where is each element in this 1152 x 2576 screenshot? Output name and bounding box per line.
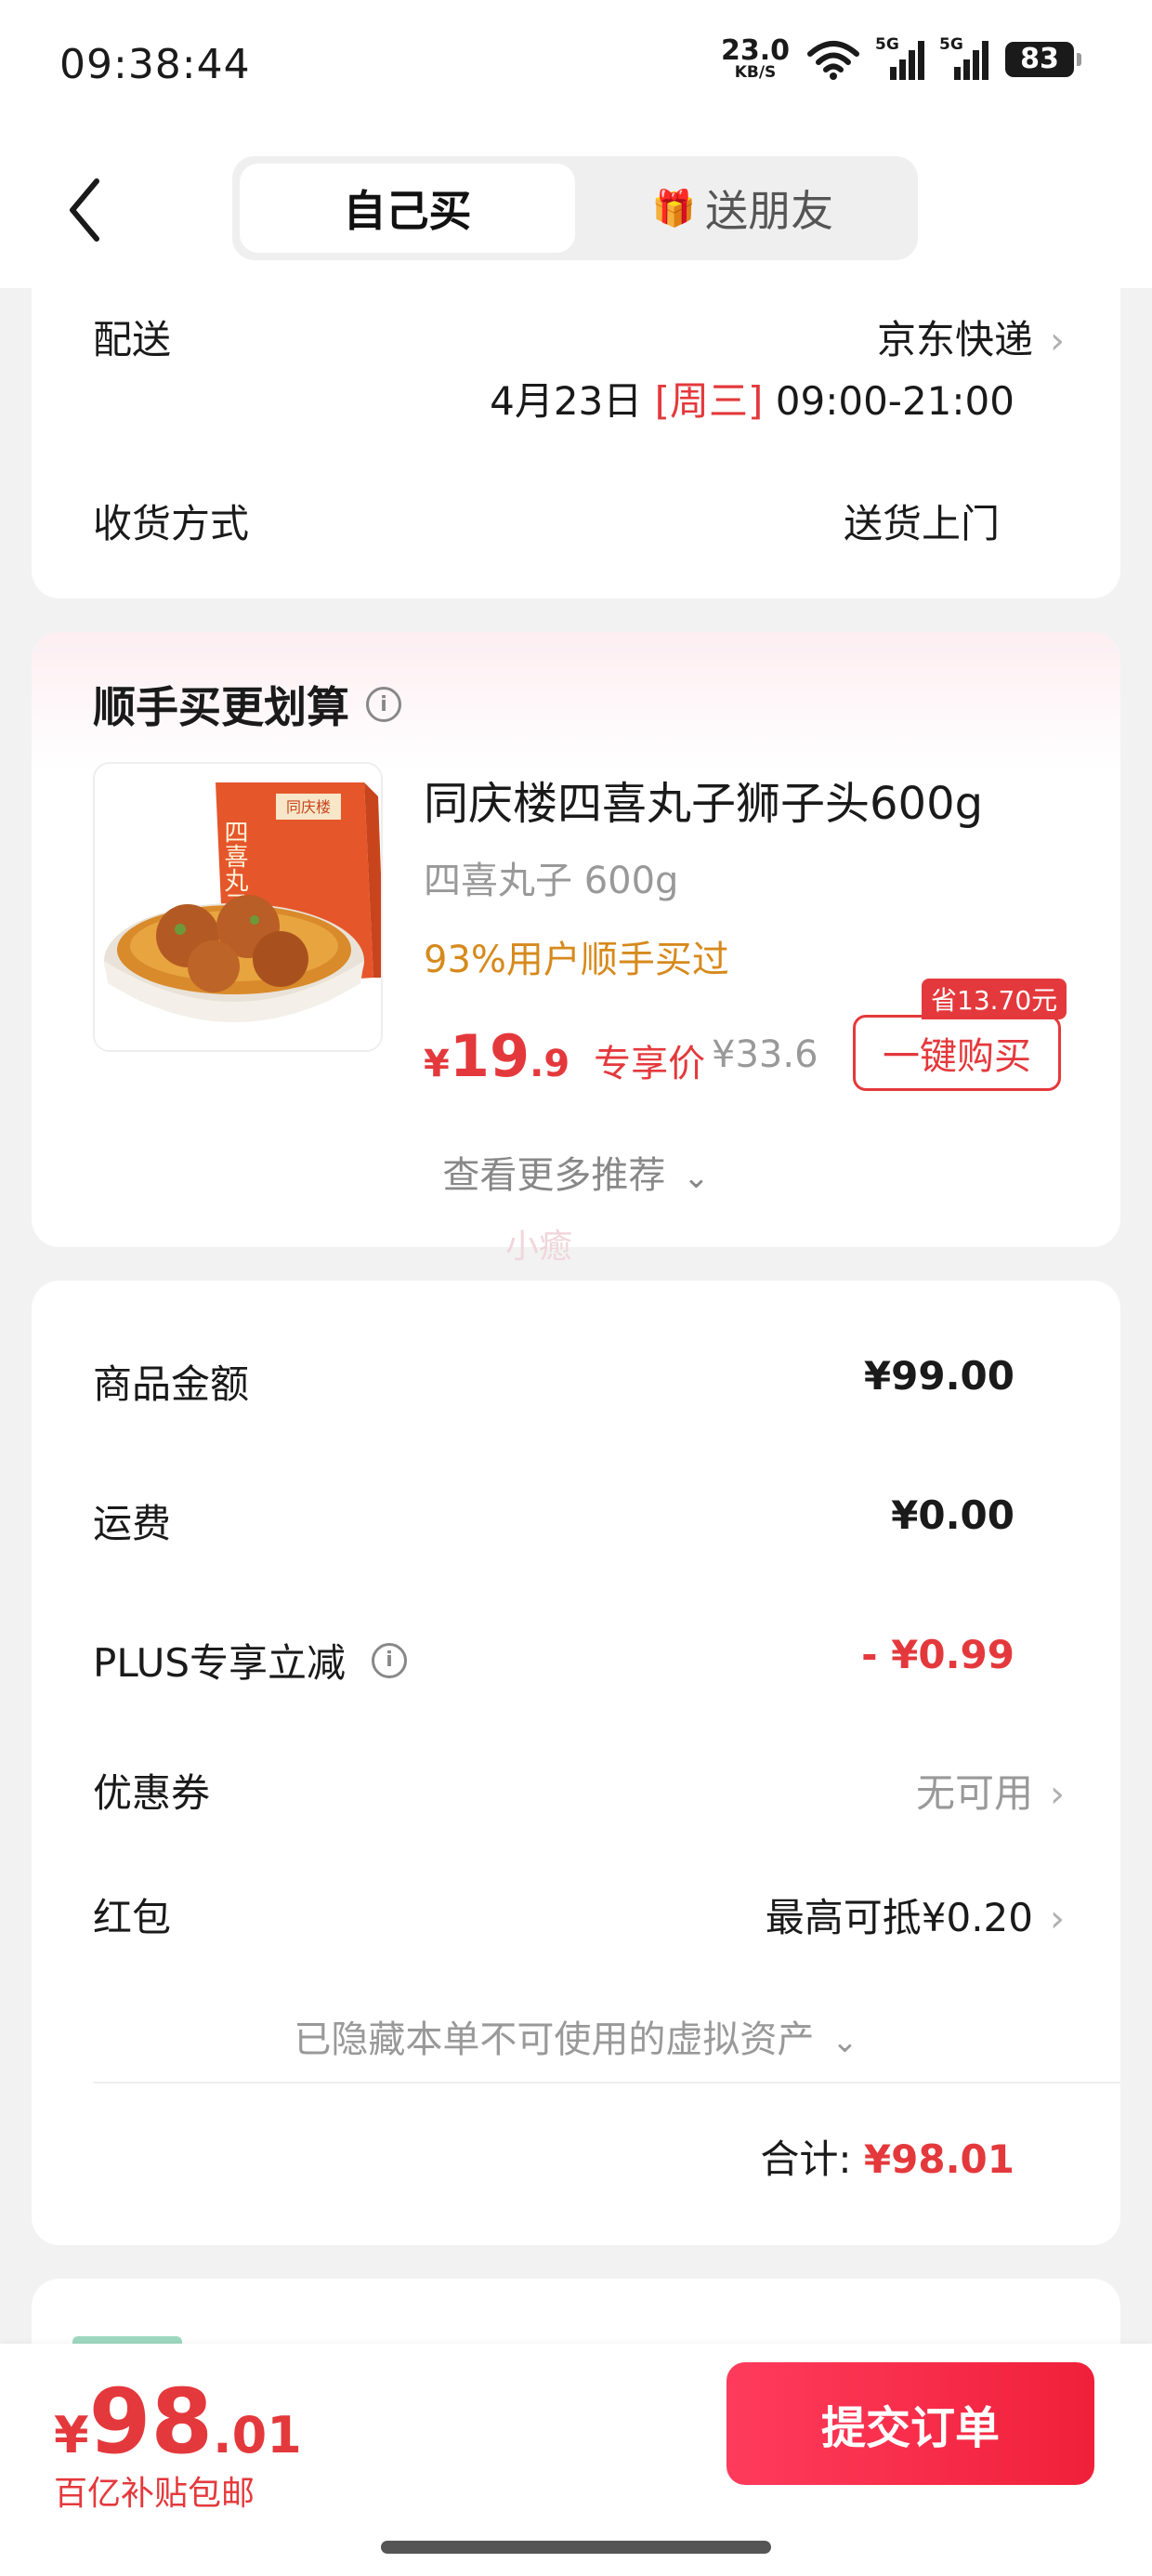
tab-label: 送朋友 <box>705 186 834 236</box>
delivery-date: 4月23日 <box>490 378 643 424</box>
price-tag: 专享价 <box>594 1043 706 1085</box>
addon-title: 顺手买更划算 i <box>93 674 401 735</box>
subsidy-note: 百亿补贴包邮 <box>54 2475 255 2513</box>
product-hint: 93%用户顺手买过 <box>424 939 729 981</box>
wifi-icon <box>807 40 859 80</box>
red-packet-value[interactable]: 最高可抵¥0.20 › <box>766 1886 1065 1943</box>
subtotal-value: ¥98.01 <box>863 2136 1015 2182</box>
tab-buy-for-self[interactable]: 自己买 <box>240 164 575 253</box>
carrier-name: 京东快递 <box>876 317 1033 362</box>
one-click-buy-button[interactable]: 一键购买 <box>853 1015 1061 1091</box>
gift-icon: 🎁 <box>651 187 697 229</box>
total-decimal: .01 <box>213 2406 302 2464</box>
watermark: 小癒 <box>505 1228 573 1266</box>
signal-label: 5G <box>939 34 963 54</box>
delivery-label: 配送 <box>93 317 172 362</box>
coupon-value[interactable]: 无可用 › <box>916 1762 1065 1819</box>
checkout-total: ¥ 98 .01 <box>54 2370 302 2474</box>
divider <box>93 2082 1120 2083</box>
signal-label: 5G <box>875 34 899 54</box>
purchase-mode-switch: 自己买 🎁 送朋友 <box>232 156 918 260</box>
plus-discount-label: PLUS专享立减 i <box>93 1632 408 1689</box>
info-icon[interactable]: i <box>366 687 401 722</box>
subtotal-row: 合计: ¥98.01 <box>760 2128 1015 2185</box>
total-integer: 98 <box>88 2370 214 2474</box>
chevron-right-icon: › <box>1050 320 1065 362</box>
plus-discount-text: PLUS专享立减 <box>93 1640 347 1686</box>
total-yen: ¥ <box>54 2406 89 2464</box>
tab-send-to-friend[interactable]: 🎁 送朋友 <box>575 164 910 253</box>
product-photo: 同庆楼 四喜丸子 <box>95 764 381 1050</box>
more-recommendations-label: 查看更多推荐 <box>442 1154 666 1197</box>
header: 自己买 🎁 送朋友 <box>0 139 1152 288</box>
price-decimal: .9 <box>530 1043 570 1085</box>
receive-method-label: 收货方式 <box>93 501 250 546</box>
red-packet-label: 红包 <box>93 1895 172 1940</box>
shipping-fee-label: 运费 <box>93 1501 172 1546</box>
status-bar: 09:38:44 23.0 KB/S 5G 5G 83 <box>0 0 1152 139</box>
delivery-window: 09:00-21:00 <box>775 378 1015 424</box>
price-yen: ¥ <box>424 1043 450 1085</box>
addon-title-text: 顺手买更划算 <box>93 682 349 732</box>
receive-method-value[interactable]: 送货上门 <box>844 493 1000 549</box>
delivery-weekday: [周三] <box>654 378 764 424</box>
more-recommendations-link[interactable]: 查看更多推荐 ⌄ <box>32 1145 1120 1199</box>
back-button[interactable] <box>58 173 113 247</box>
chevron-down-icon: ⌄ <box>831 2023 858 2060</box>
box-brand: 同庆楼 <box>286 798 331 816</box>
red-packet-text: 最高可抵¥0.20 <box>765 1895 1033 1940</box>
status-icons: 23.0 KB/S 5G 5G 83 <box>721 35 1081 81</box>
savings-badge: 省13.70元 <box>922 979 1067 1019</box>
signal-icon: 5G <box>939 35 988 80</box>
product-spec: 四喜丸子 600g <box>424 860 679 902</box>
chevron-right-icon: › <box>1050 1898 1065 1940</box>
network-speed: 23.0 KB/S <box>721 37 790 81</box>
delivery-card: 配送 京东快递 › 4月23日 [周三] 09:00-21:00 收货方式 送货上… <box>32 288 1120 598</box>
network-speed-value: 23.0 <box>720 34 790 67</box>
product-price: ¥ 19 .9 专享价 <box>424 1022 705 1090</box>
battery-icon: 83 <box>1005 41 1081 77</box>
price-summary-card: 商品金额 ¥99.00 运费 ¥0.00 PLUS专享立减 i - ¥0.99 … <box>32 1281 1120 2245</box>
addon-card: 顺手买更划算 i 同庆楼 四喜丸子 同庆楼四喜丸子狮子头600g 四喜丸子 60… <box>32 632 1120 1266</box>
hidden-assets-label: 已隐藏本单不可使用的虚拟资产 <box>294 2018 815 2061</box>
home-indicator[interactable] <box>381 2541 771 2554</box>
coupon-status: 无可用 <box>915 1770 1033 1816</box>
product-name[interactable]: 同庆楼四喜丸子狮子头600g <box>424 767 983 832</box>
price-integer: 19 <box>449 1022 530 1090</box>
delivery-carrier[interactable]: 京东快递 › <box>877 309 1065 365</box>
original-price: ¥33.6 <box>712 1033 818 1076</box>
submit-order-button[interactable]: 提交订单 <box>727 2362 1094 2485</box>
chevron-down-icon: ⌄ <box>683 1159 710 1196</box>
shipping-fee-value: ¥0.00 <box>891 1492 1015 1538</box>
goods-amount-value: ¥99.00 <box>863 1353 1015 1399</box>
signal-icon: 5G <box>875 35 924 80</box>
status-time: 09:38:44 <box>59 41 251 88</box>
plus-discount-value: - ¥0.99 <box>861 1632 1015 1677</box>
subtotal-label: 合计: <box>760 2136 852 2182</box>
info-icon[interactable]: i <box>372 1642 408 1678</box>
chevron-right-icon: › <box>1050 1773 1065 1816</box>
network-speed-unit: KB/S <box>734 63 777 82</box>
chevron-left-icon <box>70 178 99 242</box>
goods-amount-label: 商品金额 <box>93 1361 250 1407</box>
tab-label: 自己买 <box>343 186 472 236</box>
delivery-time[interactable]: 4月23日 [周三] 09:00-21:00 <box>490 370 1015 427</box>
product-image[interactable]: 同庆楼 四喜丸子 <box>93 762 383 1052</box>
hidden-assets-toggle[interactable]: 已隐藏本单不可使用的虚拟资产 ⌄ <box>32 2009 1120 2063</box>
coupon-label: 优惠券 <box>93 1770 211 1816</box>
